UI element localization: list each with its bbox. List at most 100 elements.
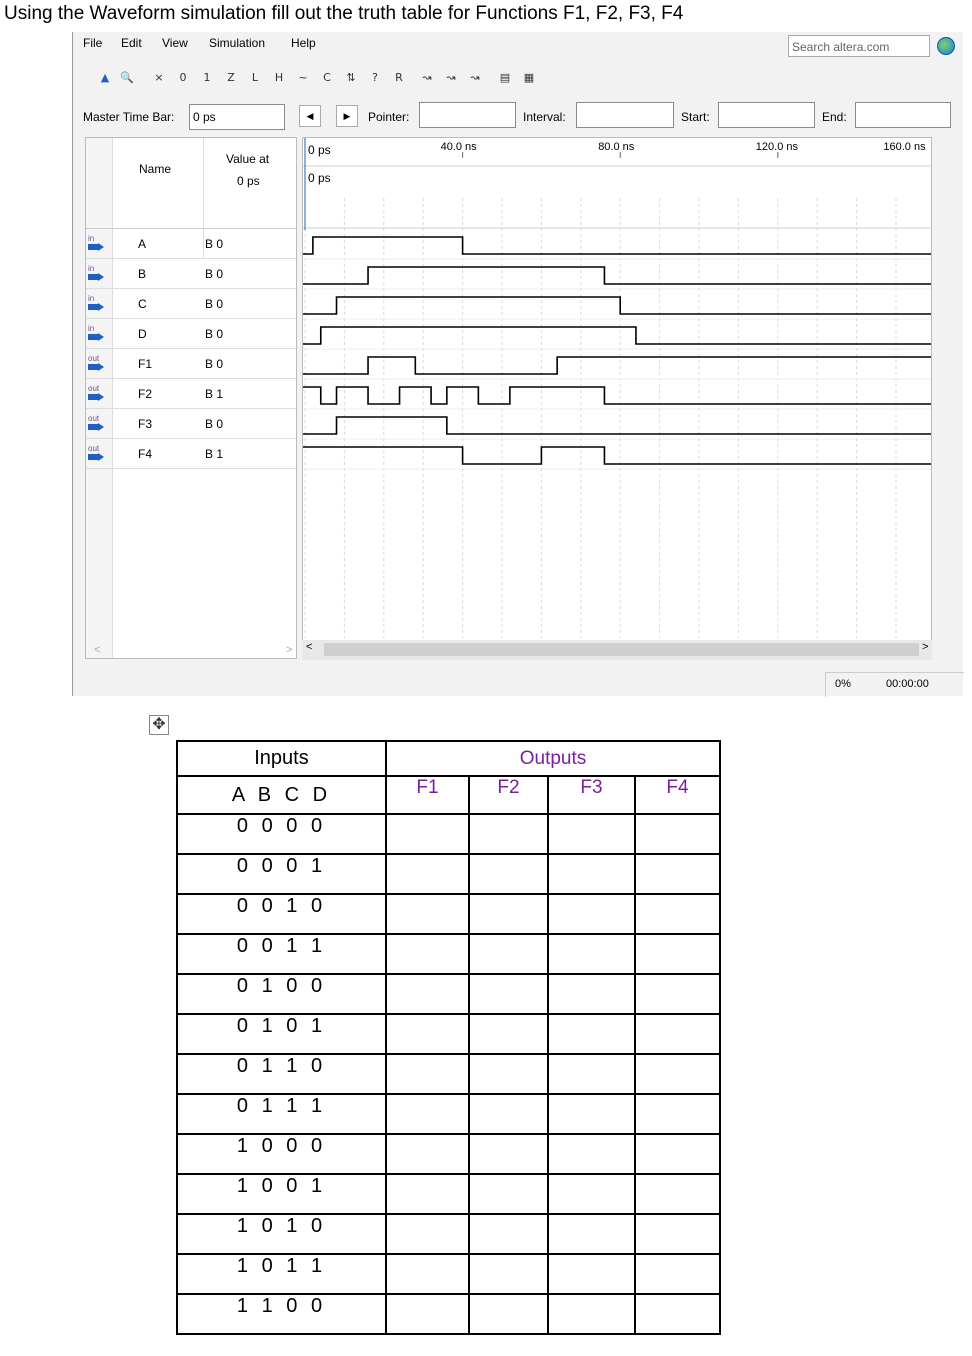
f3-answer-cell[interactable] (547, 1093, 636, 1135)
signal-row-f1[interactable]: out F1 B 0 (86, 349, 296, 379)
f3-answer-cell[interactable] (547, 1173, 636, 1215)
menu-file[interactable]: File (83, 36, 102, 50)
f2-answer-cell[interactable] (468, 1173, 549, 1215)
scroll-left-icon[interactable]: < (94, 644, 100, 656)
f2-answer-cell[interactable] (468, 1053, 549, 1095)
f2-answer-cell[interactable] (468, 893, 549, 935)
f1-answer-cell[interactable] (385, 1173, 470, 1215)
f2-answer-cell[interactable] (468, 1213, 549, 1255)
waveform-canvas[interactable]: 0 ps 0 ps 40.0 ns 80.0 ns 120.0 ns 160.0 ns (303, 138, 931, 658)
f1-answer-cell[interactable] (385, 1293, 470, 1335)
menu-edit[interactable]: Edit (121, 36, 142, 50)
waveform-a[interactable] (303, 236, 931, 255)
end-field[interactable] (855, 102, 951, 128)
signal-row-c[interactable]: in C B 0 (86, 289, 296, 319)
weak-low-icon[interactable]: L (245, 68, 265, 88)
f3-answer-cell[interactable] (547, 853, 636, 895)
f4-answer-cell[interactable] (634, 1293, 721, 1335)
f4-answer-cell[interactable] (634, 1173, 721, 1215)
arbitrary-value-icon[interactable]: ? (365, 68, 385, 88)
f3-answer-cell[interactable] (547, 1133, 636, 1175)
random-value-icon[interactable]: R (389, 68, 409, 88)
waveform-panel[interactable]: 0 ps 0 ps 40.0 ns 80.0 ns 120.0 ns 160.0 ns (302, 137, 932, 659)
waveform-c[interactable] (303, 296, 931, 315)
signal-row-b[interactable]: in B B 0 (86, 259, 296, 289)
f1-answer-cell[interactable] (385, 933, 470, 975)
f3-answer-cell[interactable] (547, 1013, 636, 1055)
signal-row-f4[interactable]: out F4 B 1 (86, 439, 296, 469)
signal-row-f3[interactable]: out F3 B 0 (86, 409, 296, 439)
f4-answer-cell[interactable] (634, 1093, 721, 1135)
f3-answer-cell[interactable] (547, 1253, 636, 1295)
f2-answer-cell[interactable] (468, 1293, 549, 1335)
horizontal-scrollbar[interactable]: < > (302, 640, 932, 660)
grid-icon[interactable]: ↝ (465, 68, 485, 88)
f4-answer-cell[interactable] (634, 1253, 721, 1295)
f1-answer-cell[interactable] (385, 1133, 470, 1175)
name-column-header[interactable]: Name (139, 162, 171, 176)
signal-row-d[interactable]: in D B 0 (86, 319, 296, 349)
f1-answer-cell[interactable] (385, 813, 470, 855)
waveform-b[interactable] (303, 266, 931, 285)
weak-high-icon[interactable]: H (269, 68, 289, 88)
count-value-icon[interactable]: C (317, 68, 337, 88)
f3-answer-cell[interactable] (547, 1293, 636, 1335)
f2-answer-cell[interactable] (468, 1133, 549, 1175)
f4-answer-cell[interactable] (634, 1213, 721, 1255)
f4-answer-cell[interactable] (634, 1133, 721, 1175)
f2-answer-cell[interactable] (468, 1093, 549, 1135)
invert-icon[interactable]: ~ (293, 68, 313, 88)
f1-answer-cell[interactable] (385, 1213, 470, 1255)
unknown-value-icon[interactable]: × (149, 68, 169, 88)
f3-answer-cell[interactable] (547, 893, 636, 935)
waveform-d[interactable] (303, 326, 931, 345)
menu-view[interactable]: View (162, 36, 188, 50)
functional-sim-icon[interactable]: ▤ (495, 68, 515, 88)
value-column-header[interactable]: Value at (226, 152, 269, 166)
signal-row-f2[interactable]: out F2 B 1 (86, 379, 296, 409)
scroll-right-icon[interactable]: > (286, 644, 292, 656)
waveform-f1[interactable] (303, 356, 931, 375)
globe-icon[interactable] (937, 37, 955, 55)
scroll-left-arrow-icon[interactable]: < (306, 641, 312, 653)
f4-answer-cell[interactable] (634, 893, 721, 935)
waveform-f3[interactable] (303, 416, 931, 435)
snap-icon[interactable]: ↝ (417, 68, 437, 88)
menu-help[interactable]: Help (291, 36, 316, 50)
f1-answer-cell[interactable] (385, 1013, 470, 1055)
search-input[interactable]: Search altera.com (788, 35, 930, 57)
f4-answer-cell[interactable] (634, 1053, 721, 1095)
next-transition-button[interactable]: ▶ (336, 105, 358, 127)
interval-field[interactable] (576, 102, 674, 128)
f2-answer-cell[interactable] (468, 1013, 549, 1055)
high-impedance-icon[interactable]: Z (221, 68, 241, 88)
pointer-field[interactable] (419, 102, 516, 128)
f1-answer-cell[interactable] (385, 1053, 470, 1095)
pointer-tool-icon[interactable]: ▲ (95, 68, 115, 88)
master-time-bar-field[interactable]: 0 ps (189, 104, 285, 130)
f2-answer-cell[interactable] (468, 973, 549, 1015)
f1-answer-cell[interactable] (385, 973, 470, 1015)
f1-answer-cell[interactable] (385, 1093, 470, 1135)
clock-icon[interactable]: ⇅ (341, 68, 361, 88)
waveform-f2[interactable] (303, 386, 931, 405)
f4-answer-cell[interactable] (634, 813, 721, 855)
prev-transition-button[interactable]: ◀ (299, 105, 321, 127)
menu-simulation[interactable]: Simulation (209, 36, 265, 50)
f2-answer-cell[interactable] (468, 1253, 549, 1295)
f1-answer-cell[interactable] (385, 893, 470, 935)
f3-answer-cell[interactable] (547, 1053, 636, 1095)
f4-answer-cell[interactable] (634, 853, 721, 895)
f1-answer-cell[interactable] (385, 853, 470, 895)
start-field[interactable] (718, 102, 815, 128)
f2-answer-cell[interactable] (468, 933, 549, 975)
signal-row-a[interactable]: in A B 0 (86, 229, 296, 259)
force-low-icon[interactable]: 0 (173, 68, 193, 88)
f4-answer-cell[interactable] (634, 1013, 721, 1055)
force-high-icon[interactable]: 1 (197, 68, 217, 88)
f3-answer-cell[interactable] (547, 933, 636, 975)
f2-answer-cell[interactable] (468, 853, 549, 895)
f4-answer-cell[interactable] (634, 933, 721, 975)
f3-answer-cell[interactable] (547, 1213, 636, 1255)
table-move-icon[interactable]: ✥ (149, 715, 169, 735)
